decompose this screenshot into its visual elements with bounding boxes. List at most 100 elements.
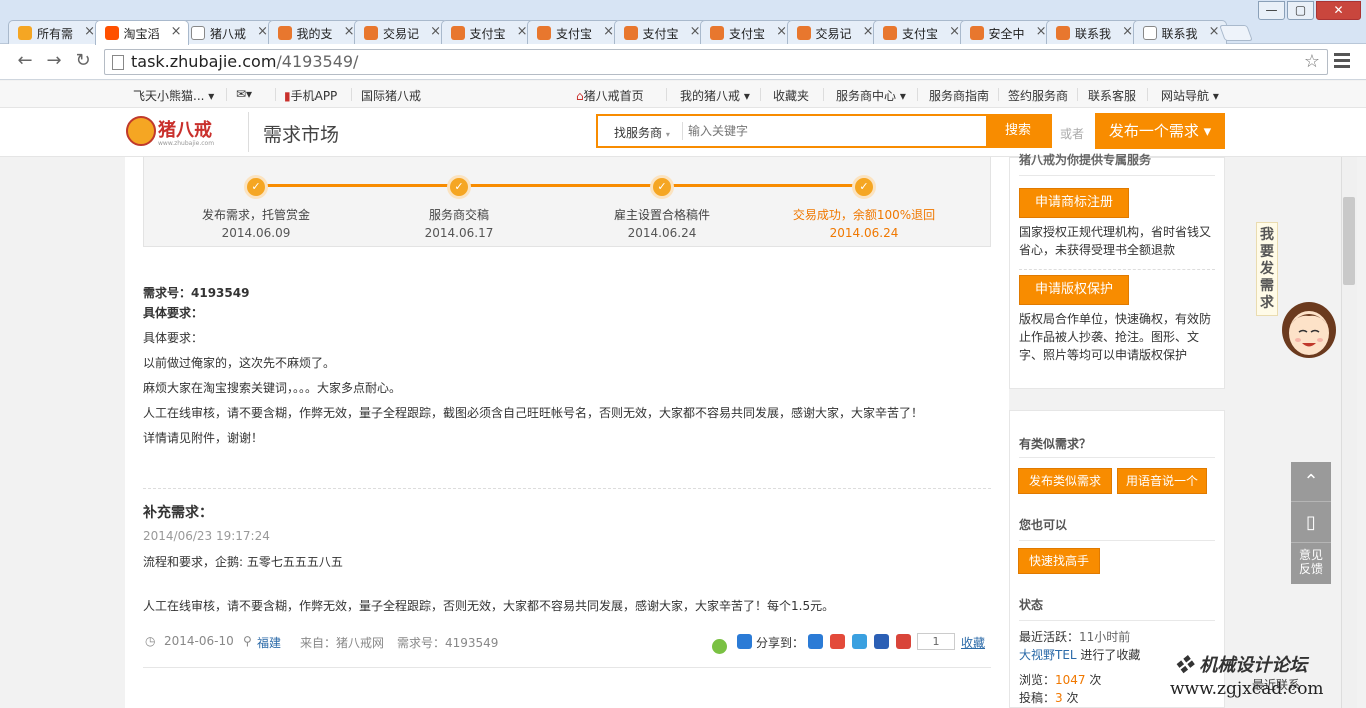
divider [143,667,991,668]
post-similar-button[interactable]: 发布类似需求 [1018,468,1112,494]
copyright-button[interactable]: 申请版权保护 [1019,275,1129,305]
browser-tab[interactable]: 支付宝 × [613,20,708,44]
maximize-button[interactable]: ▢ [1287,1,1314,20]
favorites-link[interactable]: 收藏夹 [773,87,809,104]
my-zhubajie-menu[interactable]: 我的猪八戒 ▾ [680,87,750,104]
intl-link[interactable]: 国际猪八戒 [361,87,421,104]
browser-tab[interactable]: 支付宝 × [700,20,794,44]
browser-tab[interactable]: 联系我 × [1132,20,1227,44]
back-arrow-icon[interactable]: ← [13,50,37,74]
user-menu[interactable]: 飞天小熊猫... ▾ [133,87,214,104]
signed-provider-link[interactable]: 签约服务商 [1008,87,1068,104]
back-to-top-icon[interactable]: ⌃ [1291,462,1331,502]
close-tab-icon[interactable]: × [517,24,528,39]
want-post-tab[interactable]: 我要发需求 [1256,222,1278,316]
home-icon: ⌂ [576,89,584,103]
douban-icon[interactable] [896,634,911,649]
zhubajie-logo[interactable]: 猪八戒 www.zhubajie.com [126,112,226,152]
weibo-icon[interactable] [830,634,845,649]
views-label: 浏览： [1019,673,1056,687]
search-button[interactable]: 搜索 [986,114,1050,148]
minimize-button[interactable]: — [1258,1,1285,20]
divider [143,488,991,489]
scrollbar-thumb[interactable] [1343,197,1355,285]
close-tab-icon[interactable]: × [863,24,874,39]
bookmark-star-icon[interactable]: ☆ [1304,51,1320,72]
browser-tab[interactable]: 支付宝 × [873,20,967,44]
mobile-app-link[interactable]: ▮手机APP [284,87,337,104]
source-text: 来自：猪八戒网 [300,636,385,650]
close-tab-icon[interactable]: × [1036,24,1047,39]
browser-tab[interactable]: 支付宝 × [440,20,535,44]
browser-tab[interactable]: 支付宝 × [527,20,621,44]
voice-post-button[interactable]: 用语音说一个 [1117,468,1207,494]
supplement-line: 流程和要求，企鹅: 五零七五五五八五 [143,555,343,569]
close-tab-icon[interactable]: × [84,24,95,39]
home-link[interactable]: ⌂猪八戒首页 [576,87,644,104]
phone-icon: ▮ [284,89,291,103]
post-demand-button[interactable]: 发布一个需求 ▾ [1095,113,1225,149]
close-window-button[interactable]: ✕ [1316,1,1361,20]
location-link[interactable]: 福建 [257,634,281,651]
trademark-button[interactable]: 申请商标注册 [1019,188,1129,218]
close-tab-icon[interactable]: × [690,24,701,39]
address-bar[interactable]: task.zhubajie.com/4193549/ ☆ [104,49,1328,75]
provider-center-menu[interactable]: 服务商中心 ▾ [836,87,906,104]
mail-icon[interactable]: ✉▾ [236,87,252,101]
close-tab-icon[interactable]: × [430,24,441,39]
support-link[interactable]: 联系客服 [1088,87,1136,104]
wechat-icon[interactable] [712,639,727,654]
tencent-weibo-icon[interactable] [852,634,867,649]
requirement-heading: 具体要求： [143,306,204,320]
site-nav-menu[interactable]: 网站导航 ▾ [1161,87,1219,104]
alipay-favicon-icon [450,26,465,40]
alipay-favicon-icon [969,26,984,40]
collect-link[interactable]: 收藏 [961,634,985,651]
close-tab-icon[interactable]: × [603,24,614,39]
provider-guide-link[interactable]: 服务商指南 [929,87,989,104]
step-date: 2014.06.24 [829,226,899,240]
reload-icon[interactable]: ↻ [71,50,95,74]
renren-icon[interactable] [874,634,889,649]
alipay-favicon-icon [710,26,724,40]
search-type-select[interactable]: 找服务商 ▾ [614,124,670,141]
search-type-label: 找服务商 [614,126,663,140]
search-box: 找服务商 ▾ [596,114,1052,148]
close-tab-icon[interactable]: × [776,24,787,39]
find-expert-button[interactable]: 快速找高手 [1018,548,1100,574]
browser-tab[interactable]: 安全中 × [959,20,1054,44]
close-tab-icon[interactable]: × [1209,24,1220,39]
close-tab-icon[interactable]: × [949,24,960,39]
site-header: 猪八戒 www.zhubajie.com 需求市场 找服务商 ▾ 搜索 或者 发… [0,108,1366,157]
share-count: 1 [917,633,955,650]
tab-label: 淘宝滔 [123,27,160,41]
close-tab-icon[interactable]: × [171,24,182,39]
browser-tab[interactable]: 猪八戒 × [181,20,275,44]
search-input[interactable] [688,121,978,141]
new-tab-button[interactable] [1219,25,1253,41]
customer-service-avatar-icon[interactable] [1280,296,1338,360]
feedback-button[interactable]: 意见反馈 [1291,548,1331,588]
also-title: 您也可以 [1019,518,1068,532]
last-active-value: 11小时前 [1079,630,1131,644]
logo-subtext: www.zhubajie.com [158,140,215,147]
qzone-icon[interactable] [808,634,823,649]
share-plus-icon[interactable] [737,634,752,649]
browser-tab[interactable]: 我的支 × [267,20,362,44]
views-value: 1047 [1055,673,1086,687]
forward-arrow-icon[interactable]: → [42,50,66,74]
collector-link[interactable]: 大视野TEL [1019,648,1077,662]
url-text[interactable]: task.zhubajie.com/4193549/ [131,52,358,71]
close-tab-icon[interactable]: × [1122,24,1133,39]
browser-tab[interactable]: 淘宝滔 × [94,20,189,45]
my-label: 我的猪八戒 [680,89,741,103]
browser-tab[interactable]: 交易记 × [354,20,448,44]
chrome-menu-icon[interactable] [1334,53,1350,69]
task-id: 需求号：4193549 [143,286,250,300]
browser-tab[interactable]: 联系我 × [1046,20,1140,44]
close-tab-icon[interactable]: × [257,24,268,39]
mobile-icon[interactable]: ▯ [1291,503,1331,543]
browser-tab[interactable]: 所有需 × [8,20,102,44]
browser-tab[interactable]: 交易记 × [786,20,881,44]
close-tab-icon[interactable]: × [344,24,355,39]
